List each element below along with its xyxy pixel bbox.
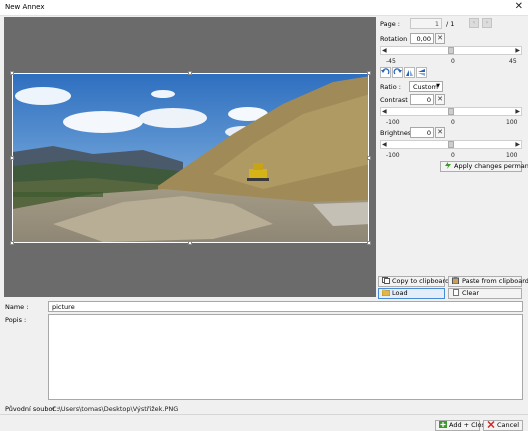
name-input[interactable]: picture [48, 301, 523, 312]
load-label: Load [392, 289, 408, 297]
apply-changes-label: Apply changes permanently [454, 162, 528, 170]
cancel-icon [487, 421, 495, 428]
rotation-reset-button[interactable]: ✕ [435, 33, 445, 44]
slider-left-arrow-icon[interactable]: ◀ [382, 108, 387, 115]
image-canvas[interactable] [4, 17, 376, 297]
copy-label: Copy to clipboard [392, 277, 450, 285]
contrast-max-tick: 100 [506, 119, 518, 126]
rotate-right-icon[interactable] [392, 67, 403, 78]
page-input[interactable]: 1 [410, 18, 442, 29]
landscape-photo [13, 74, 368, 242]
prev-page-button[interactable]: ‹ [469, 18, 479, 28]
source-path: C:\Users\tomas\Desktop\Výstřižek.PNG [52, 405, 179, 413]
rotation-slider[interactable]: ◀ ▶ [380, 46, 522, 55]
ratio-select[interactable]: Custom ▼ [409, 81, 443, 92]
contrast-input[interactable]: 0 [410, 94, 434, 105]
paste-icon [452, 277, 460, 285]
window-title: New Annex [5, 3, 45, 11]
ratio-value: Custom [413, 83, 438, 91]
rotation-max-tick: 45 [509, 58, 517, 65]
brightness-slider-thumb[interactable] [448, 141, 454, 148]
brightness-mid-tick: 0 [451, 152, 455, 159]
cancel-button[interactable]: Cancel [483, 420, 523, 431]
next-page-button[interactable]: › [482, 18, 492, 28]
slider-left-arrow-icon[interactable]: ◀ [382, 141, 387, 148]
brightness-max-tick: 100 [506, 152, 518, 159]
popis-textarea[interactable] [48, 314, 523, 400]
clear-button[interactable]: Clear [448, 288, 522, 299]
brightness-input[interactable]: 0 [410, 127, 434, 138]
brightness-min-tick: -100 [386, 152, 400, 159]
blank-page-icon [452, 289, 460, 296]
popis-label: Popis : [5, 316, 27, 324]
clear-label: Clear [462, 289, 479, 297]
name-label: Name : [5, 303, 29, 311]
footer-separator [0, 414, 528, 415]
contrast-min-tick: -100 [386, 119, 400, 126]
crop-handle[interactable] [367, 241, 371, 245]
contrast-mid-tick: 0 [451, 119, 455, 126]
folder-icon [381, 289, 391, 297]
crop-handle[interactable] [10, 241, 14, 245]
brightness-slider[interactable]: ◀ ▶ [380, 140, 522, 149]
contrast-slider[interactable]: ◀ ▶ [380, 107, 522, 116]
crop-handle[interactable] [188, 71, 192, 75]
load-button[interactable]: Load [378, 288, 445, 299]
rotate-left-icon[interactable] [380, 67, 391, 78]
add-close-button[interactable]: Add + Close [435, 420, 489, 431]
rotation-slider-thumb[interactable] [448, 47, 454, 54]
slider-right-arrow-icon[interactable]: ▶ [515, 141, 520, 148]
flip-horizontal-icon[interactable] [416, 67, 427, 78]
rotation-mid-tick: 0 [451, 58, 455, 65]
copy-to-clipboard-button[interactable]: Copy to clipboard [378, 276, 449, 287]
slider-right-arrow-icon[interactable]: ▶ [515, 108, 520, 115]
apply-changes-button[interactable]: Apply changes permanently [440, 161, 528, 172]
cancel-label: Cancel [497, 421, 520, 429]
close-button[interactable]: ✕ [515, 1, 523, 13]
rotation-input[interactable]: 0,00 [410, 33, 434, 44]
paste-from-clipboard-button[interactable]: Paste from clipboard [448, 276, 528, 287]
copy-icon [382, 277, 390, 284]
contrast-reset-button[interactable]: ✕ [435, 94, 445, 105]
flip-vertical-icon[interactable] [404, 67, 415, 78]
crop-handle[interactable] [367, 156, 371, 160]
lightning-icon [444, 162, 452, 169]
crop-handle[interactable] [367, 71, 371, 75]
contrast-slider-thumb[interactable] [448, 108, 454, 115]
slider-right-arrow-icon[interactable]: ▶ [515, 47, 520, 54]
rotation-min-tick: -45 [386, 58, 396, 65]
image-preview[interactable] [12, 73, 369, 243]
add-icon [439, 421, 447, 428]
slider-left-arrow-icon[interactable]: ◀ [382, 47, 387, 54]
title-bar [0, 0, 528, 16]
paste-label: Paste from clipboard [462, 277, 528, 285]
crop-handle[interactable] [10, 156, 14, 160]
brightness-reset-button[interactable]: ✕ [435, 127, 445, 138]
crop-handle[interactable] [10, 71, 14, 75]
crop-handle[interactable] [188, 241, 192, 245]
ratio-label: Ratio : [380, 83, 401, 91]
chevron-down-icon: ▼ [436, 83, 440, 89]
page-label: Page : [380, 20, 400, 28]
page-total: / 1 [446, 20, 455, 28]
contrast-label: Contrast : [380, 96, 413, 104]
rotation-label: Rotation : [380, 35, 412, 43]
